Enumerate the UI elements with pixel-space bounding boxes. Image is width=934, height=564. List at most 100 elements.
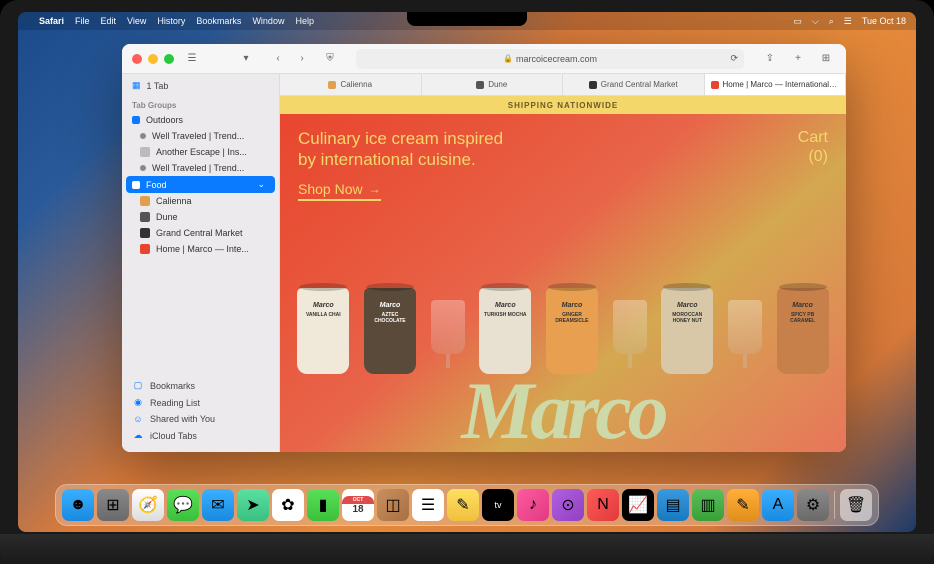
sidebar-tab-item[interactable]: Well Traveled | Trend... bbox=[122, 160, 279, 176]
dock-pages[interactable]: ✎ bbox=[727, 489, 759, 521]
dock-calendar[interactable]: OCT18 bbox=[342, 489, 374, 521]
dock-facetime[interactable]: ▮ bbox=[307, 489, 339, 521]
favicon-icon bbox=[140, 133, 146, 139]
sidebar-tab-item[interactable]: Grand Central Market bbox=[122, 225, 279, 241]
dock-notes[interactable]: ✎ bbox=[447, 489, 479, 521]
laptop-base bbox=[0, 534, 934, 564]
dock-photos[interactable]: ✿ bbox=[272, 489, 304, 521]
dock-trash[interactable]: 🗑 bbox=[840, 489, 872, 521]
decorative-glass bbox=[431, 300, 465, 354]
sidebar-tab-item[interactable]: Well Traveled | Trend... bbox=[122, 128, 279, 144]
cart-link[interactable]: Cart (0) bbox=[798, 128, 828, 166]
sidebar-icloud-tabs[interactable]: ☁iCloud Tabs bbox=[122, 427, 279, 444]
menu-edit[interactable]: Edit bbox=[101, 16, 117, 26]
dock-launchpad[interactable]: ⊞ bbox=[97, 489, 129, 521]
menu-file[interactable]: File bbox=[75, 16, 90, 26]
dock-maps[interactable]: ➤ bbox=[237, 489, 269, 521]
menu-window[interactable]: Window bbox=[252, 16, 284, 26]
back-button[interactable]: ‹ bbox=[268, 50, 288, 68]
menubar-datetime[interactable]: Tue Oct 18 bbox=[862, 16, 906, 26]
favicon-icon bbox=[140, 228, 150, 238]
favicon-icon bbox=[328, 81, 336, 89]
tab-group-icon bbox=[132, 116, 140, 124]
zoom-button[interactable] bbox=[164, 54, 174, 64]
dock-contacts[interactable]: ◫ bbox=[377, 489, 409, 521]
webpage-content[interactable]: SHIPPING NATIONWIDE Culinary ice cream i… bbox=[280, 96, 846, 452]
dock-podcasts[interactable]: ⊙ bbox=[552, 489, 584, 521]
menu-view[interactable]: View bbox=[127, 16, 146, 26]
dock-keynote[interactable]: ▤ bbox=[657, 489, 689, 521]
brand-wordmark: Marco bbox=[280, 378, 846, 444]
tab-grand-central[interactable]: Grand Central Market bbox=[563, 74, 705, 95]
menu-app-name[interactable]: Safari bbox=[39, 16, 64, 26]
laptop-frame: Safari File Edit View History Bookmarks … bbox=[0, 0, 934, 564]
menu-bookmarks[interactable]: Bookmarks bbox=[196, 16, 241, 26]
notch bbox=[407, 12, 527, 26]
dock-separator bbox=[834, 491, 835, 519]
wifi-icon[interactable]: ⌵ bbox=[812, 16, 819, 27]
url-bar[interactable]: 🔒 marcoicecream.com ⟳ bbox=[356, 49, 744, 69]
sidebar-section-tab-groups: Tab Groups bbox=[122, 97, 279, 112]
minimize-button[interactable] bbox=[148, 54, 158, 64]
tab-group-picker[interactable]: ▾ bbox=[236, 50, 256, 68]
favicon-icon bbox=[140, 212, 150, 222]
favicon-icon bbox=[140, 196, 150, 206]
tab-count-icon: ▦ bbox=[132, 80, 141, 91]
sidebar-reading-list[interactable]: ◉Reading List bbox=[122, 394, 279, 411]
dock-appstore[interactable]: A bbox=[762, 489, 794, 521]
dock-mail[interactable]: ✉ bbox=[202, 489, 234, 521]
dock-finder[interactable]: ☻ bbox=[62, 489, 94, 521]
battery-icon[interactable]: ▭ bbox=[793, 16, 802, 27]
privacy-report-button[interactable]: ⛨ bbox=[320, 50, 340, 68]
desktop-screen: Safari File Edit View History Bookmarks … bbox=[18, 12, 916, 532]
tab-group-label: Outdoors bbox=[146, 115, 183, 125]
dock: ☻ ⊞ 🧭 💬 ✉ ➤ ✿ ▮ OCT18 ◫ ☰ ✎ tv ♪ ⊙ N 📈 ▤… bbox=[55, 484, 879, 526]
menu-history[interactable]: History bbox=[157, 16, 185, 26]
control-center-icon[interactable]: ☰ bbox=[844, 16, 852, 27]
tab-marco[interactable]: Home | Marco — International Ice... bbox=[705, 74, 847, 95]
hero-headline: Culinary ice cream inspired by internati… bbox=[298, 128, 518, 171]
shipping-banner: SHIPPING NATIONWIDE bbox=[280, 96, 846, 114]
sidebar-tab-item[interactable]: Another Escape | Ins... bbox=[122, 144, 279, 160]
safari-titlebar: ☰ ▾ ‹ › ⛨ 🔒 marcoicecream.com ⟳ ⇪ + ⊞ bbox=[122, 44, 846, 74]
decorative-glass bbox=[728, 300, 762, 354]
sidebar-tab-item[interactable]: Dune bbox=[122, 209, 279, 225]
sidebar-tab-item[interactable]: Home | Marco — Inte... bbox=[122, 241, 279, 257]
tab-calienna[interactable]: Calienna bbox=[280, 74, 422, 95]
dock-stocks[interactable]: 📈 bbox=[622, 489, 654, 521]
pint-moroccan-honey: MarcoMOROCCAN HONEY NUT bbox=[661, 288, 713, 374]
dock-numbers[interactable]: ▥ bbox=[692, 489, 724, 521]
dock-news[interactable]: N bbox=[587, 489, 619, 521]
tab-group-label: Food bbox=[146, 180, 167, 190]
sidebar-toggle-button[interactable]: ☰ bbox=[182, 50, 202, 68]
dock-music[interactable]: ♪ bbox=[517, 489, 549, 521]
close-button[interactable] bbox=[132, 54, 142, 64]
new-tab-button[interactable]: + bbox=[788, 50, 808, 68]
sidebar-bookmarks[interactable]: ▢Bookmarks bbox=[122, 377, 279, 394]
reload-button[interactable]: ⟳ bbox=[730, 53, 738, 64]
pint-aztec-chocolate: MarcoAZTEC CHOCOLATE bbox=[364, 288, 416, 374]
chevron-down-icon[interactable]: ⌄ bbox=[257, 179, 265, 190]
tab-group-outdoors[interactable]: Outdoors bbox=[122, 112, 279, 128]
dock-reminders[interactable]: ☰ bbox=[412, 489, 444, 521]
dock-messages[interactable]: 💬 bbox=[167, 489, 199, 521]
tab-dune[interactable]: Dune bbox=[422, 74, 564, 95]
sidebar-shared-with-you[interactable]: ☺Shared with You bbox=[122, 411, 279, 427]
forward-button[interactable]: › bbox=[292, 50, 312, 68]
tab-group-food[interactable]: Food ⌄ bbox=[126, 176, 275, 193]
tab-group-icon bbox=[132, 181, 140, 189]
dock-safari[interactable]: 🧭 bbox=[132, 489, 164, 521]
favicon-icon bbox=[140, 165, 146, 171]
traffic-lights bbox=[132, 54, 174, 64]
spotlight-icon[interactable]: ⌕ bbox=[829, 16, 834, 27]
sidebar-tab-item[interactable]: Calienna bbox=[122, 193, 279, 209]
dock-tv[interactable]: tv bbox=[482, 489, 514, 521]
menu-help[interactable]: Help bbox=[295, 16, 314, 26]
tab-overview-button[interactable]: ⊞ bbox=[816, 50, 836, 68]
dock-settings[interactable]: ⚙ bbox=[797, 489, 829, 521]
bookmark-icon: ▢ bbox=[132, 380, 144, 391]
tab-count-label[interactable]: 1 Tab bbox=[147, 81, 169, 91]
share-button[interactable]: ⇪ bbox=[760, 50, 780, 68]
pint-vanilla-chai: MarcoVANILLA CHAI bbox=[297, 288, 349, 374]
url-text: marcoicecream.com bbox=[516, 54, 597, 64]
